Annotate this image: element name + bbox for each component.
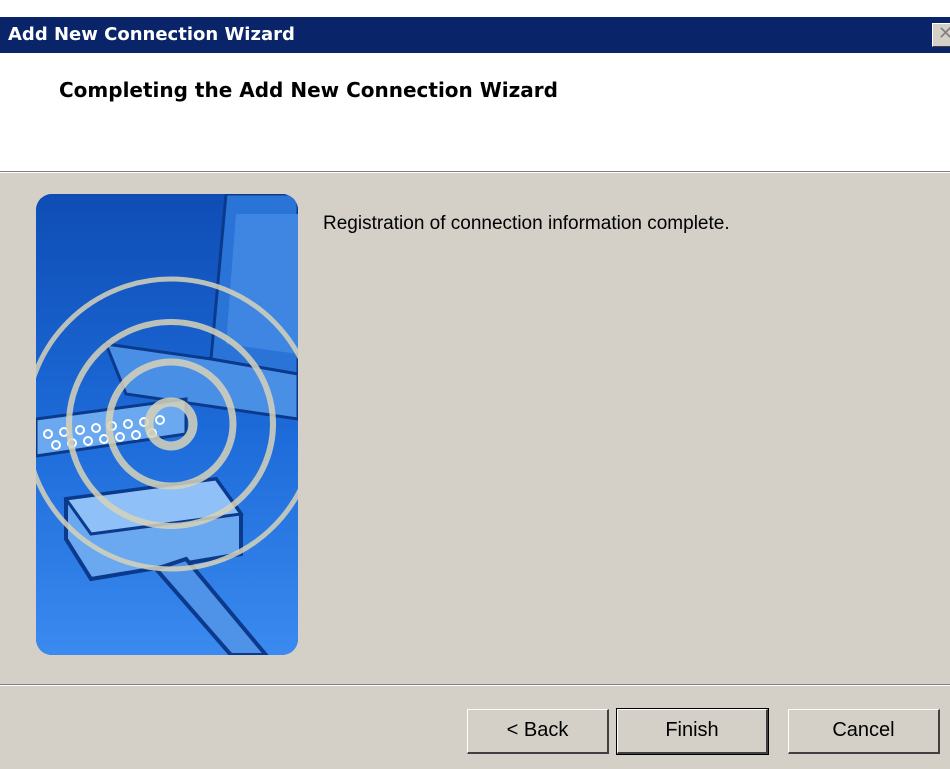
close-icon: ✕ (938, 23, 950, 44)
footer-divider (0, 684, 950, 686)
completion-message: Registration of connection information c… (323, 213, 730, 234)
close-button[interactable]: ✕ (932, 23, 950, 47)
finish-button[interactable]: Finish (616, 708, 769, 755)
header-divider (0, 171, 950, 173)
wizard-window: Add New Connection Wizard ✕ Completing t… (0, 17, 950, 769)
page-title: Completing the Add New Connection Wizard (59, 78, 558, 102)
window-title: Add New Connection Wizard (8, 24, 295, 45)
back-button[interactable]: < Back (467, 709, 609, 754)
network-cable-illustration (36, 194, 298, 655)
title-bar: Add New Connection Wizard ✕ (0, 17, 950, 53)
wizard-header: Completing the Add New Connection Wizard (0, 53, 950, 171)
network-illustration-icon (36, 194, 298, 655)
cancel-button[interactable]: Cancel (788, 709, 940, 754)
